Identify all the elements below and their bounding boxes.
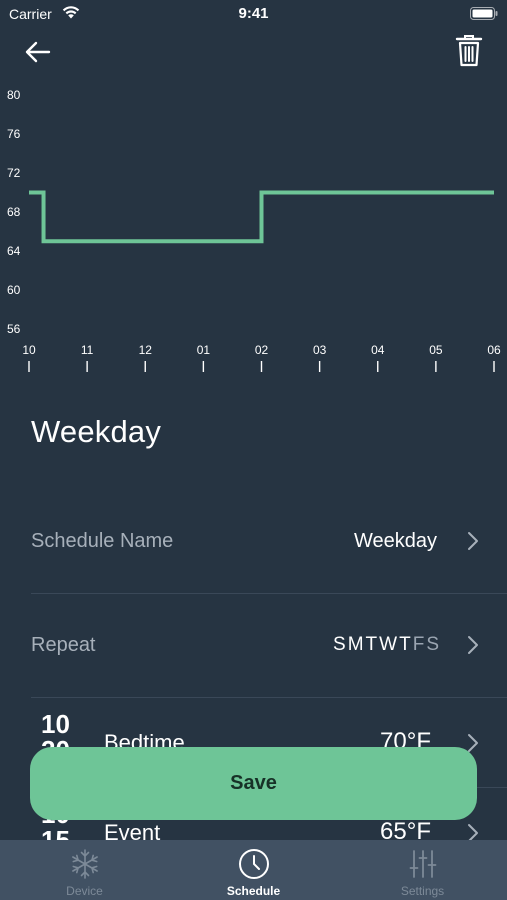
- y-tick-label: 72: [7, 166, 21, 180]
- x-tick-label: 05: [429, 343, 443, 357]
- status-bar: Carrier 9:41: [0, 0, 507, 28]
- schedule-name-label: Schedule Name: [31, 530, 174, 552]
- repeat-label: Repeat: [31, 634, 96, 656]
- tab-label: Device: [66, 884, 103, 898]
- tab-label: Settings: [400, 884, 445, 898]
- y-tick-label: 76: [7, 127, 21, 141]
- x-tick-label: 04: [371, 343, 385, 357]
- event-hour: 10: [41, 709, 70, 739]
- clock-icon: [238, 849, 269, 879]
- tab-bar: Device Schedule Settings: [0, 840, 507, 900]
- x-tick-label: 01: [197, 343, 211, 357]
- x-tick-label: 11: [81, 343, 94, 357]
- save-button[interactable]: Save: [30, 747, 477, 820]
- chevron-right-icon: [468, 734, 478, 752]
- y-tick-label: 64: [7, 244, 21, 258]
- temperature-series-line: [29, 190, 494, 244]
- x-tick-label: 12: [139, 343, 153, 357]
- repeat-day: W: [379, 634, 400, 655]
- repeat-day: T: [399, 634, 413, 655]
- repeat-day: M: [347, 634, 366, 655]
- tab-schedule[interactable]: Schedule: [169, 840, 338, 900]
- tab-label: Schedule: [226, 884, 281, 898]
- clock-time: 9:41: [238, 5, 269, 22]
- x-tick-label: 02: [255, 343, 269, 357]
- arrow-left-icon: [25, 41, 51, 63]
- repeat-row[interactable]: Repeat SMTWTFS: [31, 594, 507, 698]
- back-button[interactable]: [22, 38, 54, 66]
- temperature-chart: 80 76 72 68 64 60 5610 11 12 01 02 03 04 05 06: [7, 88, 501, 372]
- schedule-name-value: Weekday: [353, 530, 437, 552]
- repeat-day: T: [365, 634, 380, 655]
- tab-settings[interactable]: Settings: [338, 840, 507, 900]
- repeat-day: S: [426, 634, 441, 655]
- y-tick-label: 56: [7, 322, 21, 336]
- schedule-name-row[interactable]: Schedule Name Weekday: [31, 490, 507, 594]
- repeat-days: SMTWTFS: [333, 634, 441, 656]
- repeat-day: S: [333, 634, 348, 655]
- x-tick-label: 06: [487, 343, 501, 357]
- schedule-title: Weekday: [31, 414, 162, 449]
- y-tick-label: 80: [7, 88, 21, 102]
- x-tick-label: 10: [22, 343, 36, 357]
- delete-button[interactable]: [455, 34, 483, 68]
- y-tick-label: 68: [7, 205, 21, 219]
- x-tick-label: 03: [313, 343, 327, 357]
- trash-icon: [455, 35, 483, 67]
- repeat-day: F: [412, 634, 427, 655]
- tab-device[interactable]: Device: [0, 840, 169, 900]
- battery-icon: [470, 7, 498, 20]
- snowflake-icon: [71, 849, 98, 879]
- y-tick-label: 60: [7, 283, 21, 297]
- sliders-icon: [409, 850, 436, 878]
- chevron-right-icon: [468, 636, 478, 654]
- chevron-right-icon: [468, 532, 478, 550]
